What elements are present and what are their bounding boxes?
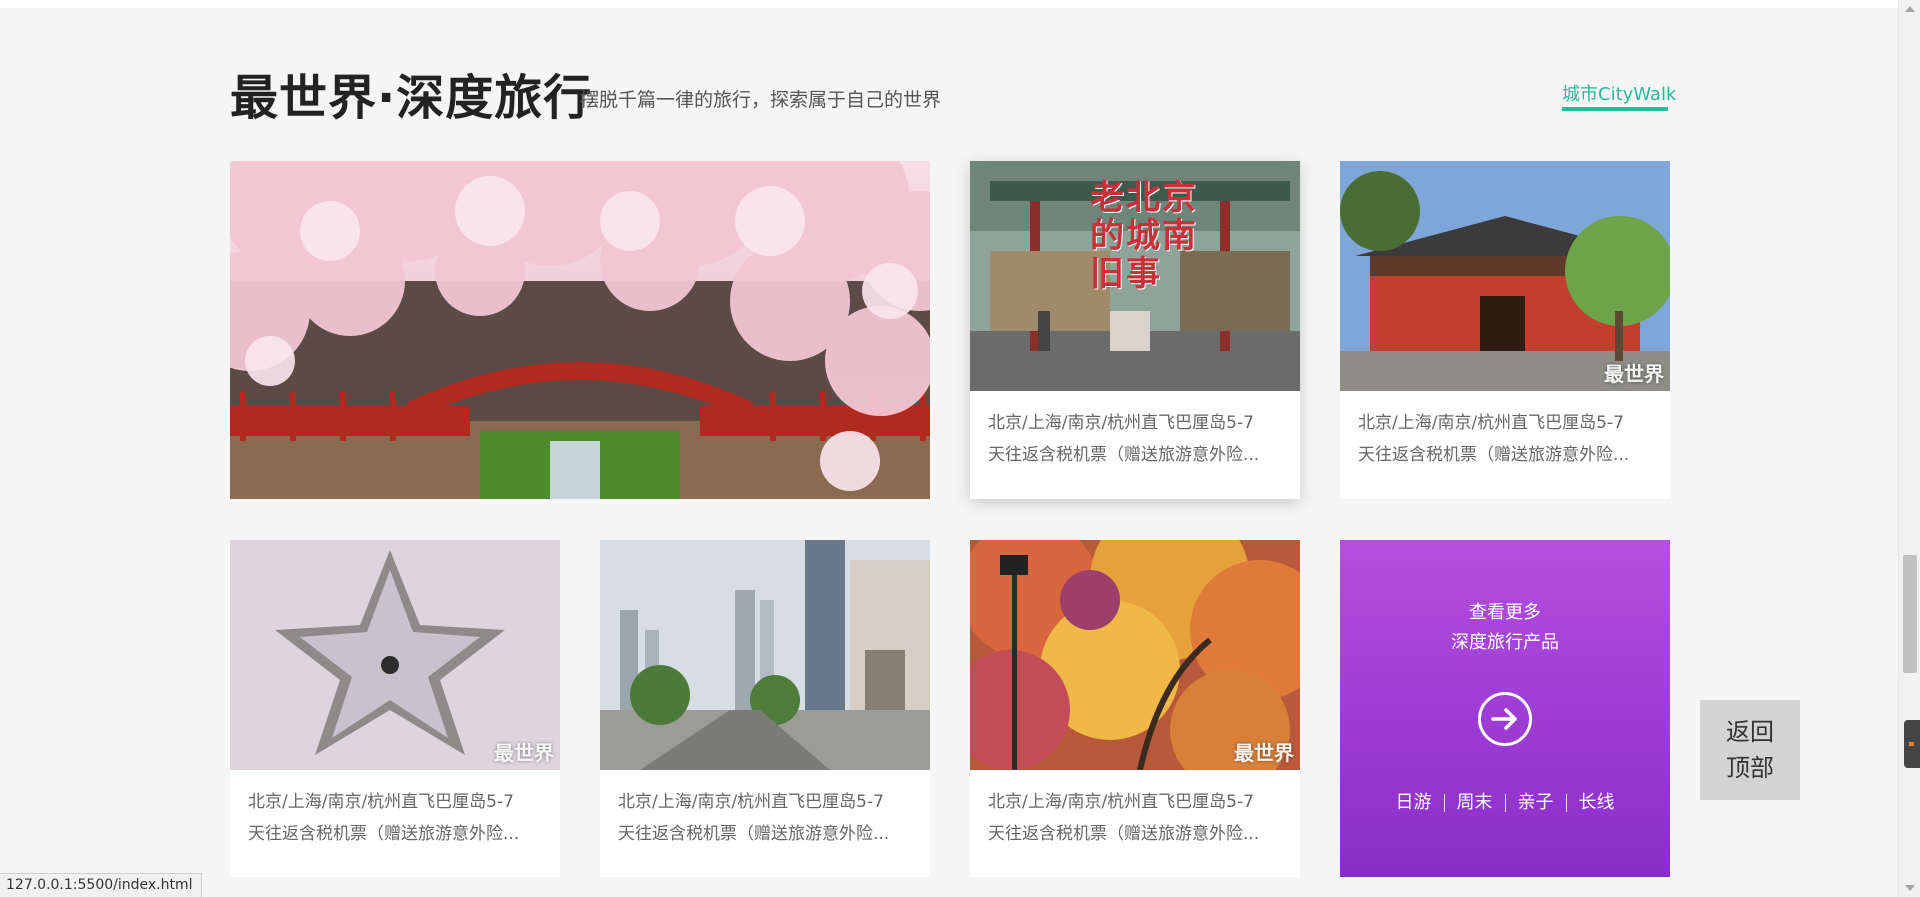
description-line-1: 北京/上海/南京/杭州直飞巴厘岛5-7 xyxy=(988,792,1254,812)
cherry-blossom-bridge-photo xyxy=(230,161,930,499)
description-line-1: 北京/上海/南京/杭州直飞巴厘岛5-7 xyxy=(988,413,1254,433)
side-panel-handle[interactable] xyxy=(1904,720,1920,768)
card-old-beijing[interactable]: 老北京的城南旧事 北京/上海/南京/杭州直飞巴厘岛5-7 天往返含税机票（赠送旅… xyxy=(970,161,1300,499)
description-line-2: 天往返含税机票（赠送旅游意外险... xyxy=(1358,445,1630,465)
more-links: 日游 周末 亲子 长线 xyxy=(1340,794,1670,812)
link-family[interactable]: 亲子 xyxy=(1504,794,1566,812)
card-description: 北京/上海/南京/杭州直飞巴厘岛5-7 天往返含税机票（赠送旅游意外险... xyxy=(1358,407,1652,471)
more-products-card[interactable]: 查看更多 深度旅行产品 日游 周末 亲子 长线 xyxy=(1340,540,1670,877)
description-line-2: 天往返含税机票（赠送旅游意外险... xyxy=(988,445,1260,465)
description-line-2: 天往返含税机票（赠送旅游意外险... xyxy=(618,824,890,844)
back-to-top-line-1: 返回 xyxy=(1726,718,1774,746)
arrow-right-circle-icon[interactable] xyxy=(1478,692,1532,746)
description-line-1: 北京/上海/南京/杭州直飞巴厘岛5-7 xyxy=(618,792,884,812)
star-ceiling-photo: 最世界 xyxy=(230,540,560,770)
status-bar-url: 127.0.0.1:5500/index.html xyxy=(0,873,202,897)
card-description: 北京/上海/南京/杭州直飞巴厘岛5-7 天往返含税机票（赠送旅游意外险... xyxy=(988,786,1282,850)
old-beijing-gate-photo: 老北京的城南旧事 xyxy=(970,161,1300,391)
tab-underline xyxy=(1562,107,1668,111)
card-city-street[interactable]: 北京/上海/南京/杭州直飞巴厘岛5-7 天往返含税机票（赠送旅游意外险... xyxy=(600,540,930,877)
link-weekend[interactable]: 周末 xyxy=(1443,794,1505,812)
more-title-line-1: 查看更多 xyxy=(1469,602,1541,623)
section-title: 最世界·深度旅行 xyxy=(230,70,593,126)
scroll-down-icon[interactable] xyxy=(1905,885,1915,891)
link-day-trip[interactable]: 日游 xyxy=(1384,794,1444,812)
card-description: 北京/上海/南京/杭州直飞巴厘岛5-7 天往返含税机票（赠送旅游意外险... xyxy=(988,407,1282,471)
handle-icon xyxy=(1909,742,1914,746)
description-line-1: 北京/上海/南京/杭州直飞巴厘岛5-7 xyxy=(1358,413,1624,433)
watermark: 最世界 xyxy=(1604,362,1664,386)
card-cherry-blossom[interactable] xyxy=(230,161,930,499)
more-title-line-2: 深度旅行产品 xyxy=(1451,632,1559,653)
watermark: 最世界 xyxy=(1234,741,1294,765)
description-line-2: 天往返含税机票（赠送旅游意外险... xyxy=(988,824,1260,844)
back-to-top-button[interactable]: 返回 顶部 xyxy=(1700,700,1800,800)
description-line-1: 北京/上海/南京/杭州直飞巴厘岛5-7 xyxy=(248,792,514,812)
more-title: 查看更多 深度旅行产品 xyxy=(1340,598,1670,658)
card-red-temple[interactable]: 最世界 北京/上海/南京/杭州直飞巴厘岛5-7 天往返含税机票（赠送旅游意外险.… xyxy=(1340,161,1670,499)
card-description: 北京/上海/南京/杭州直飞巴厘岛5-7 天往返含税机票（赠送旅游意外险... xyxy=(618,786,912,850)
card-star-ceiling[interactable]: 最世界 北京/上海/南京/杭州直飞巴厘岛5-7 天往返含税机票（赠送旅游意外险.… xyxy=(230,540,560,877)
photo-caption-old-beijing: 老北京的城南旧事 xyxy=(1090,178,1198,294)
description-line-2: 天往返含税机票（赠送旅游意外险... xyxy=(248,824,520,844)
link-long-trip[interactable]: 长线 xyxy=(1565,794,1627,812)
back-to-top-line-2: 顶部 xyxy=(1726,754,1774,782)
card-description: 北京/上海/南京/杭州直飞巴厘岛5-7 天往返含税机票（赠送旅游意外险... xyxy=(248,786,542,850)
watermark: 最世界 xyxy=(494,741,554,765)
section-subtitle: 摆脱千篇一律的旅行，探索属于自己的世界 xyxy=(580,89,942,111)
red-temple-photo: 最世界 xyxy=(1340,161,1670,391)
card-autumn-trees[interactable]: 最世界 北京/上海/南京/杭州直飞巴厘岛5-7 天往返含税机票（赠送旅游意外险.… xyxy=(970,540,1300,877)
city-street-photo xyxy=(600,540,930,770)
scroll-up-icon[interactable] xyxy=(1905,6,1915,12)
autumn-trees-photo: 最世界 xyxy=(970,540,1300,770)
top-strip xyxy=(0,0,1898,8)
scrollbar-thumb[interactable] xyxy=(1903,555,1917,673)
